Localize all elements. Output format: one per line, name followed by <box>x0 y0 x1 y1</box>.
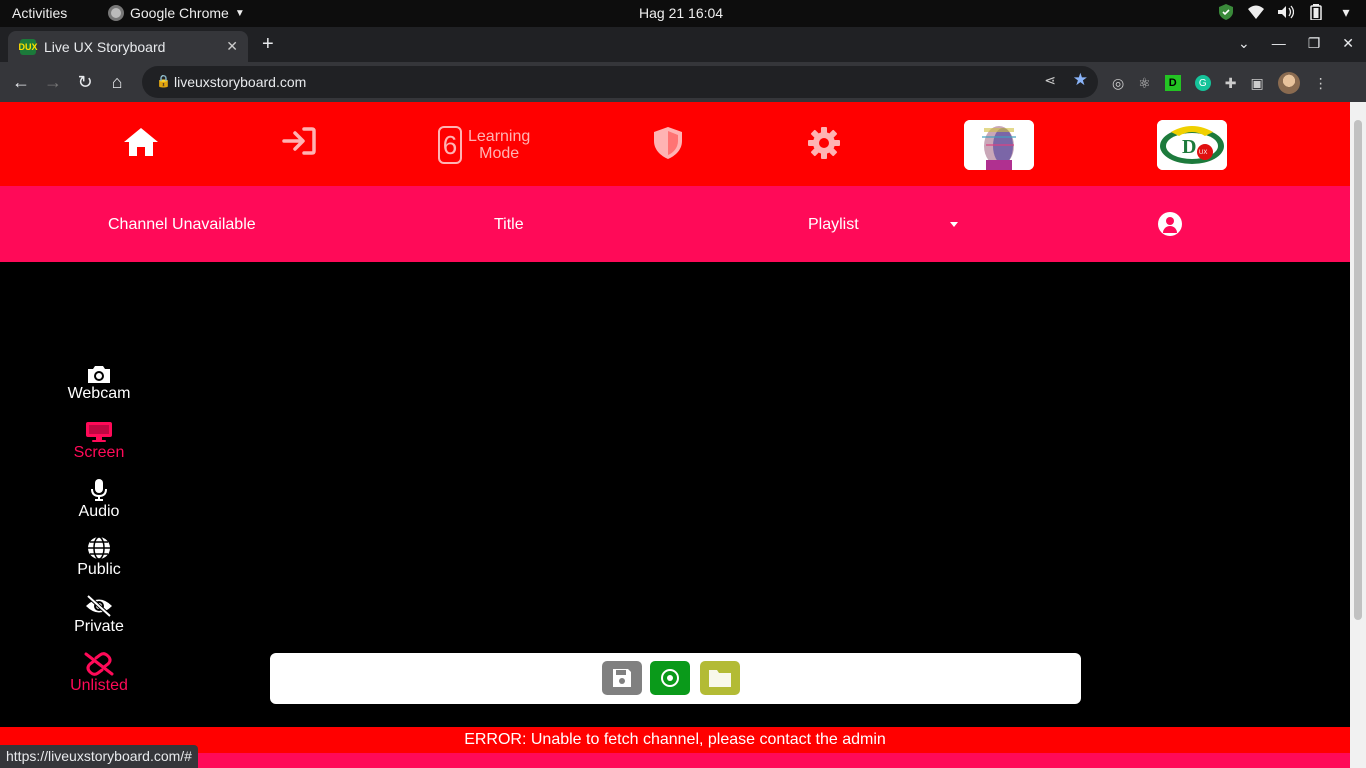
side-item-label: Audio <box>78 502 120 520</box>
home-icon[interactable] <box>122 126 160 158</box>
d-extension-icon[interactable]: D <box>1164 75 1181 91</box>
open-folder-button[interactable] <box>700 661 740 695</box>
back-icon[interactable]: ← <box>12 72 30 93</box>
minimize-icon[interactable]: — <box>1272 35 1286 52</box>
close-window-icon[interactable]: ✕ <box>1342 35 1354 52</box>
source-sidebar: Webcam Screen Audio Public Private Unlis… <box>56 354 142 702</box>
reload-icon[interactable]: ↻ <box>76 72 94 93</box>
record-extension-icon[interactable]: ◎ <box>1112 75 1124 92</box>
side-item-public[interactable]: Public <box>56 528 142 586</box>
side-item-webcam[interactable]: Webcam <box>56 354 142 412</box>
unlink-icon <box>84 651 114 676</box>
user-circle-icon[interactable] <box>1158 212 1182 236</box>
system-top-bar: Activities Google Chrome ▼ Hag 21 16:04 … <box>0 0 1366 27</box>
eye-slash-icon <box>86 594 112 617</box>
tab-title: Live UX Storyboard <box>44 38 166 55</box>
side-item-label: Public <box>77 560 121 578</box>
svg-text:UX: UX <box>1199 150 1207 156</box>
scrollbar-thumb[interactable] <box>1354 120 1362 620</box>
side-item-private[interactable]: Private <box>56 586 142 644</box>
home-icon[interactable]: ⌂ <box>108 72 126 93</box>
side-item-unlisted[interactable]: Unlisted <box>56 644 142 702</box>
record-button[interactable] <box>650 661 690 695</box>
wifi-icon <box>1248 4 1264 20</box>
ai-face-avatar-tile[interactable] <box>964 120 1034 170</box>
grammarly-icon[interactable]: G <box>1194 75 1211 91</box>
title-field[interactable]: Title <box>494 216 524 234</box>
browser-toolbar: ← → ↻ ⌂ 🔒 liveuxstoryboard.com ⋖ ★ ◎ ⚛ D… <box>0 62 1366 102</box>
new-tab-button[interactable]: + <box>262 33 274 56</box>
app-menu[interactable]: Google Chrome ▼ <box>108 5 245 21</box>
learning-mode-line-1: Learning <box>468 128 531 145</box>
main-nav-bar: 6 Learning Mode D UX <box>0 102 1350 186</box>
floppy-disk-icon <box>613 669 631 687</box>
record-circle-icon <box>661 669 679 687</box>
side-item-label: Screen <box>73 443 125 461</box>
side-item-label: Private <box>74 617 124 635</box>
app-name: Google Chrome <box>130 5 229 21</box>
folder-icon <box>709 670 731 687</box>
address-bar[interactable]: 🔒 liveuxstoryboard.com ⋖ ★ <box>142 66 1098 98</box>
learning-mode-button[interactable]: 6 Learning Mode <box>438 126 530 164</box>
desktop-icon <box>86 421 112 442</box>
power-menu-caret-icon: ▾ <box>1342 3 1350 20</box>
caret-down-icon: ▼ <box>234 7 245 19</box>
close-tab-icon[interactable]: ✕ <box>226 38 238 55</box>
page-scrollbar[interactable] <box>1350 102 1366 768</box>
restore-icon[interactable]: ❐ <box>1308 35 1321 52</box>
activities-button[interactable]: Activities <box>12 5 67 21</box>
chrome-icon <box>108 5 124 21</box>
svg-text:D: D <box>1182 136 1196 158</box>
save-button[interactable] <box>602 661 642 695</box>
tab-live-ux-storyboard[interactable]: DUX Live UX Storyboard ✕ <box>8 31 248 62</box>
side-item-audio[interactable]: Audio <box>56 470 142 528</box>
site-favicon-icon: DUX <box>19 38 38 55</box>
clock[interactable]: Hag 21 16:04 <box>639 5 723 21</box>
learning-mode-line-2: Mode <box>479 145 520 162</box>
window-controls: ⌄ — ❐ ✕ <box>1238 35 1354 52</box>
volume-icon <box>1278 4 1294 20</box>
tab-strip: DUX Live UX Storyboard ✕ + ⌄ — ❐ ✕ <box>0 27 1366 62</box>
side-item-label: Unlisted <box>70 676 128 694</box>
system-tray[interactable]: ▾ <box>1218 4 1354 20</box>
learning-mode-label: Learning Mode <box>468 128 530 162</box>
channel-name[interactable]: Channel Unavailable <box>108 216 256 234</box>
settings-gear-icon[interactable] <box>807 126 841 160</box>
extensions-puzzle-icon[interactable]: ✚ <box>1225 75 1237 92</box>
react-devtools-icon[interactable]: ⚛ <box>1138 75 1151 92</box>
dux-logo-tile[interactable]: D UX <box>1157 120 1227 170</box>
battery-icon <box>1308 4 1324 20</box>
channel-bar: Channel Unavailable Title Playlist <box>0 186 1350 262</box>
profile-avatar[interactable] <box>1277 72 1300 94</box>
globe-icon <box>88 535 110 560</box>
error-banner: ERROR: Unable to fetch channel, please c… <box>0 727 1350 753</box>
shield-icon <box>1218 4 1234 20</box>
side-item-label: Webcam <box>67 384 131 402</box>
playlist-select[interactable]: Playlist <box>808 216 859 234</box>
page-viewport: 6 Learning Mode D UX Channel Unavailable… <box>0 102 1350 768</box>
sign-in-icon[interactable] <box>282 126 316 156</box>
chrome-menu-icon[interactable]: ⋮ <box>1314 75 1328 92</box>
bookmark-star-icon[interactable]: ★ <box>1073 70 1088 90</box>
camera-icon <box>88 365 110 383</box>
forward-icon[interactable]: → <box>44 72 62 93</box>
nav-buttons: ← → ↻ ⌂ <box>12 72 126 93</box>
extensions-area: ◎ ⚛ D G ✚ ▣ ⋮ <box>1112 72 1328 94</box>
side-item-screen[interactable]: Screen <box>56 412 142 470</box>
side-panel-icon[interactable]: ▣ <box>1251 75 1264 92</box>
learning-mode-number: 6 <box>438 126 462 164</box>
share-icon[interactable]: ⋖ <box>1044 72 1056 89</box>
lock-icon[interactable]: 🔒 <box>156 74 171 88</box>
action-bar <box>270 653 1081 704</box>
playlist-caret-icon[interactable] <box>950 222 958 227</box>
shield-icon[interactable] <box>652 126 684 160</box>
tab-search-icon[interactable]: ⌄ <box>1238 35 1250 52</box>
status-bubble-url: https://liveuxstoryboard.com/# <box>0 745 198 768</box>
url-text[interactable]: liveuxstoryboard.com <box>174 74 306 90</box>
microphone-icon <box>91 478 107 501</box>
footer-strip <box>0 753 1350 768</box>
